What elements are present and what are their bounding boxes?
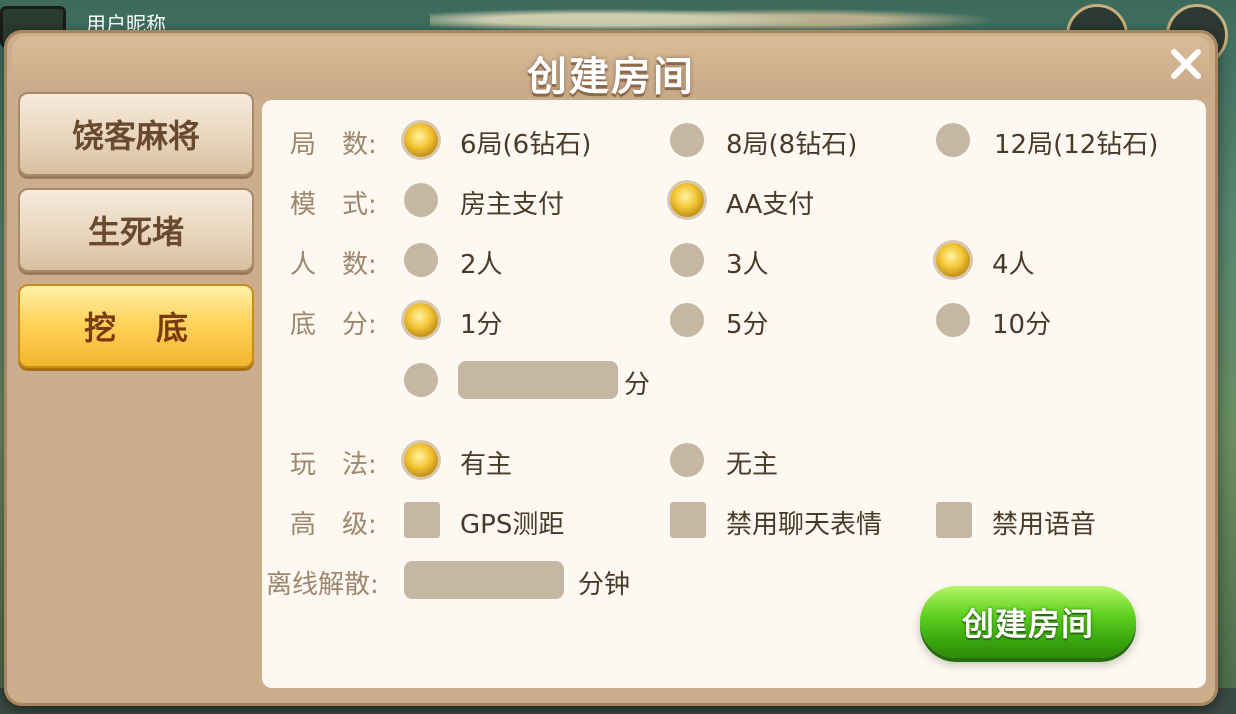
- offline-dismiss-input[interactable]: [404, 561, 564, 599]
- players-4-radio[interactable]: [936, 243, 970, 277]
- players-2-text: 2人: [460, 250, 503, 280]
- tab-label: 饶客麻将: [71, 117, 200, 155]
- play-with-trump-text: 有主: [460, 450, 513, 480]
- players-3-radio[interactable]: [670, 243, 704, 277]
- players-3-text: 3人: [726, 250, 769, 280]
- close-icon: [1171, 49, 1201, 79]
- base-score-5-text: 5分: [726, 310, 769, 340]
- play-no-trump-radio[interactable]: [670, 443, 704, 477]
- gps-text: GPS测距: [460, 510, 565, 540]
- mode-label: 模 式:: [290, 190, 377, 220]
- create-room-button[interactable]: 创建房间: [920, 586, 1136, 658]
- offline-dismiss-label: 离线解散:: [266, 570, 379, 600]
- rounds-option-6-text: 6局(6钻石): [460, 130, 592, 160]
- mode-owner-pay-radio[interactable]: [404, 183, 438, 217]
- base-score-10-text: 10分: [992, 310, 1052, 340]
- players-4-text: 4人: [992, 250, 1035, 280]
- base-score-10-radio[interactable]: [936, 303, 970, 337]
- mode-aa-pay-text: AA支付: [726, 190, 815, 220]
- tab-shengsidu[interactable]: 生死堵: [18, 188, 254, 272]
- tab-label: 生死堵: [87, 213, 184, 251]
- close-button[interactable]: [1164, 42, 1208, 86]
- create-room-dialog: 创建房间 饶客麻将 生死堵 挖底 局 数: 6局(6钻石) 8局(8钻石) 12…: [4, 30, 1218, 706]
- play-label: 玩 法:: [290, 450, 377, 480]
- disable-chat-text: 禁用聊天表情: [726, 510, 883, 540]
- rounds-label: 局 数:: [290, 130, 377, 160]
- rounds-option-8-radio[interactable]: [670, 123, 704, 157]
- rounds-option-12-text: 12局(12钻石): [994, 130, 1159, 160]
- base-score-label: 底 分:: [290, 310, 377, 340]
- play-no-trump-text: 无主: [726, 450, 779, 480]
- disable-voice-text: 禁用语音: [992, 510, 1097, 540]
- base-score-custom-input[interactable]: [458, 361, 618, 399]
- create-room-button-label: 创建房间: [961, 605, 1094, 643]
- mode-owner-pay-text: 房主支付: [460, 190, 565, 220]
- players-2-radio[interactable]: [404, 243, 438, 277]
- tab-raoke-mahjong[interactable]: 饶客麻将: [18, 92, 254, 176]
- advanced-label: 高 级:: [290, 510, 377, 540]
- rounds-option-12-radio[interactable]: [936, 123, 970, 157]
- base-score-custom-radio[interactable]: [404, 363, 438, 397]
- offline-dismiss-unit: 分钟: [578, 570, 631, 600]
- base-score-1-radio[interactable]: [404, 303, 438, 337]
- play-with-trump-radio[interactable]: [404, 443, 438, 477]
- gps-checkbox[interactable]: [404, 502, 440, 538]
- players-label: 人 数:: [290, 250, 377, 280]
- tab-label: 挖底: [83, 309, 228, 347]
- base-score-custom-unit: 分: [624, 370, 651, 400]
- rounds-option-8-text: 8局(8钻石): [726, 130, 858, 160]
- tab-wadi[interactable]: 挖底: [18, 284, 254, 368]
- disable-chat-checkbox[interactable]: [670, 502, 706, 538]
- base-score-5-radio[interactable]: [670, 303, 704, 337]
- mode-aa-pay-radio[interactable]: [670, 183, 704, 217]
- rounds-option-6-radio[interactable]: [404, 123, 438, 157]
- disable-voice-checkbox[interactable]: [936, 502, 972, 538]
- base-score-1-text: 1分: [460, 310, 503, 340]
